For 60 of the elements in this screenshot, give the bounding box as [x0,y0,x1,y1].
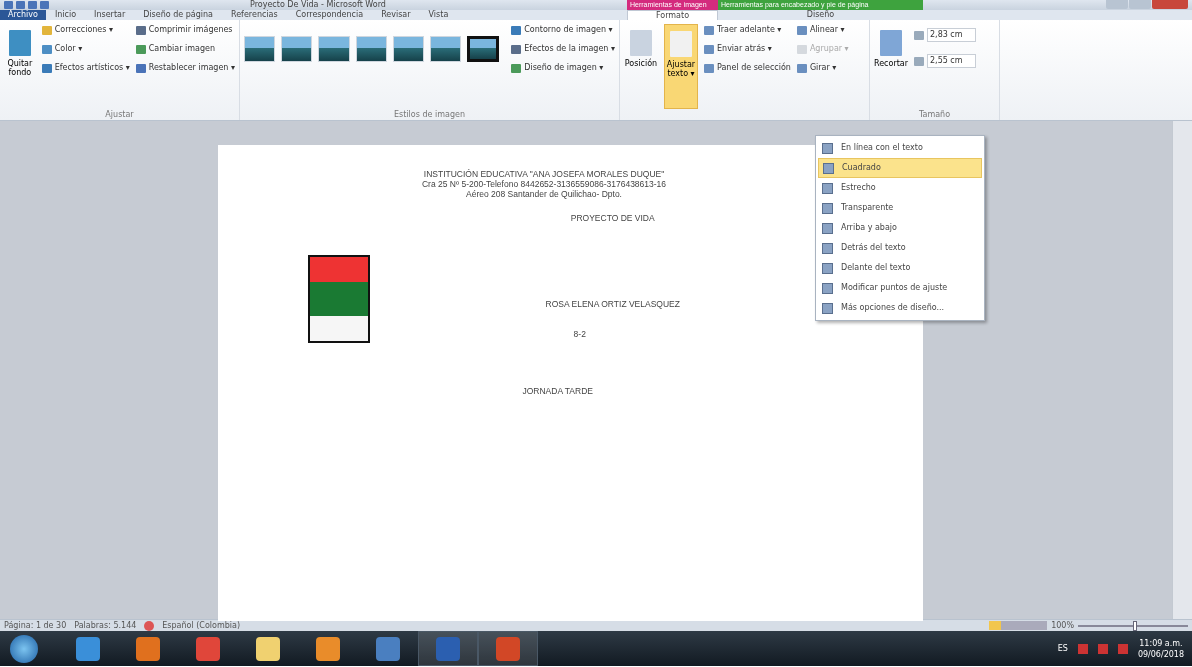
grade-text: 8-2 [572,329,587,339]
ribbon-button[interactable]: Ajustar texto ▾ [664,24,698,109]
start-button[interactable] [10,634,38,663]
ribbon-tab[interactable]: Referencias [222,10,287,20]
clock-time[interactable]: 11:09 a.m. [1137,637,1184,649]
menu-item[interactable]: Detrás del texto [818,238,982,258]
ribbon-command[interactable]: Correcciones ▾ [41,24,130,36]
language-indicator[interactable]: ES [1057,642,1068,655]
slider-thumb[interactable] [1133,620,1137,631]
ribbon-command[interactable]: Contorno de imagen ▾ [511,24,615,36]
ribbon-tab[interactable]: Insertar [85,10,135,20]
window-title: Proyecto De Vida - Microsoft Word [250,0,386,10]
clock-date[interactable]: 09/06/2018 [1137,648,1184,660]
ribbon-tab[interactable]: Diseño [718,10,923,20]
menu-item[interactable]: Transparente [818,198,982,218]
ribbon-button[interactable]: Quitar fondo [4,24,36,109]
ribbon-command[interactable]: Color ▾ [41,43,130,55]
menu-item[interactable]: Modificar puntos de ajuste [818,278,982,298]
ribbon-command[interactable]: Panel de selección [704,62,791,74]
ribbon-tab[interactable]: Inicio [45,10,86,20]
menu-item[interactable]: En línea con el texto [818,138,982,158]
ribbon-command[interactable]: Comprimir imágenes [135,24,235,36]
header-text: INSTITUCIÓN EDUCATIVA "ANA JOSEFA MORALES DUQUE" [423,169,665,179]
menu-item[interactable]: Estrecho [818,178,982,198]
ribbon-command[interactable]: Efectos artísticos ▾ [41,62,130,74]
language-indicator[interactable]: Español (Colombia) [162,619,241,632]
group-label: Estilos de imagen [393,109,466,120]
size-field[interactable]: 2,83 cm [927,28,976,42]
zoom-level[interactable]: 100% [1051,619,1074,632]
ribbon-command[interactable]: Cambiar imagen [135,43,235,55]
ribbon-button[interactable]: Posición [624,24,658,109]
header-text: Aéreo 208 Santander de Quilichao- Dpto. [466,189,622,199]
ribbon-command[interactable]: Enviar atrás ▾ [704,43,791,55]
ribbon-command[interactable]: Efectos de la imagen ▾ [511,43,615,55]
group-label: Ajustar [104,109,135,120]
ribbon-tab[interactable]: Diseño de página [134,10,222,20]
size-field[interactable]: 2,55 cm [927,54,976,68]
header-text: Cra 25 Nº 5-200-Telefono 8442652-3136559086-3176438613-16 [421,179,667,189]
menu-item[interactable]: Cuadrado [818,158,982,178]
word-count[interactable]: Palabras: 5.144 [74,619,137,632]
menu-item[interactable]: Arriba y abajo [818,218,982,238]
menu-item[interactable]: Delante del texto [818,258,982,278]
ribbon-tab[interactable]: Correspondencia [286,10,373,20]
style-thumbnail[interactable] [467,36,500,62]
vertical-scrollbar[interactable] [1172,121,1192,619]
ribbon-command[interactable]: Girar ▾ [796,62,849,74]
shift-text: JORNADA TARDE [521,386,594,396]
document-title: PROYECTO DE VIDA [569,213,656,223]
ribbon-command[interactable]: Alinear ▾ [796,24,849,36]
ribbon-command[interactable]: Diseño de imagen ▾ [511,62,615,74]
group-label: Tamaño [917,109,952,120]
student-name: ROSA ELENA ORTIZ VELASQUEZ [545,299,680,309]
ribbon-tab[interactable]: Vista [419,10,458,20]
menu-item[interactable]: Más opciones de diseño... [818,298,982,318]
page-count[interactable]: Página: 1 de 30 [4,619,67,632]
ribbon-command[interactable]: Restablecer imagen ▾ [135,62,235,74]
ribbon-command[interactable]: Traer adelante ▾ [704,24,791,36]
ribbon-tab[interactable]: Revisar [372,10,420,20]
ribbon-button[interactable]: Recortar [874,24,908,109]
ribbon-tab[interactable]: Archivo [0,10,46,20]
